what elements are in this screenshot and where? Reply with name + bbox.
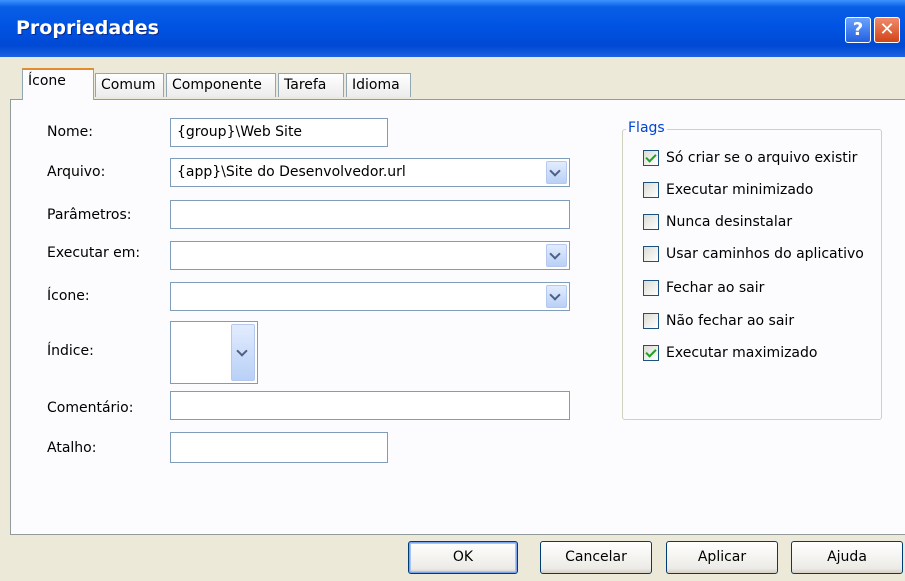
nome-label: Nome: [47, 124, 94, 140]
nome-input[interactable]: {group}\Web Site [170, 118, 388, 147]
checkbox-checked[interactable] [643, 345, 659, 361]
chevron-down-icon[interactable] [231, 324, 255, 381]
chevron-down-icon[interactable] [546, 161, 567, 184]
tab-componente[interactable]: Componente [166, 73, 276, 97]
flag-usar-caminhos[interactable]: Usar caminhos do aplicativo [643, 244, 875, 266]
executar-em-combo[interactable] [170, 241, 570, 270]
checkbox-checked[interactable] [643, 150, 659, 166]
flag-fechar-ao-sair[interactable]: Fechar ao sair [643, 278, 875, 300]
checkbox[interactable] [643, 246, 659, 262]
help-dialog-button[interactable]: Ajuda [791, 541, 903, 574]
flag-label: Usar caminhos do aplicativo [666, 246, 864, 262]
close-icon: ✕ [879, 19, 895, 40]
checkbox[interactable] [643, 313, 659, 329]
arquivo-combo[interactable]: {app}\Site do Desenvolvedor.url [170, 158, 570, 187]
tab-icone[interactable]: Ícone [22, 68, 94, 100]
close-button[interactable]: ✕ [874, 17, 900, 43]
flag-executar-maximizado[interactable]: Executar maximizado [643, 343, 875, 365]
help-button[interactable]: ? [845, 17, 871, 43]
comentario-input[interactable] [170, 391, 570, 420]
indice-label: Índice: [47, 343, 94, 359]
checkbox[interactable] [643, 182, 659, 198]
icone-label: Ícone: [47, 288, 90, 304]
flag-label: Não fechar ao sair [666, 313, 795, 329]
checkbox[interactable] [643, 214, 659, 230]
window-title: Propriedades [16, 17, 159, 39]
flag-nunca-desinstalar[interactable]: Nunca desinstalar [643, 212, 875, 234]
chevron-down-icon[interactable] [546, 285, 567, 308]
flag-nao-fechar-ao-sair[interactable]: Não fechar ao sair [643, 311, 875, 333]
parametros-label: Parâmetros: [47, 207, 132, 223]
nome-value: {group}\Web Site [177, 124, 303, 140]
flag-executar-minimizado[interactable]: Executar minimizado [643, 180, 875, 202]
cancel-button[interactable]: Cancelar [540, 541, 652, 574]
flag-label: Só criar se o arquivo existir [666, 150, 858, 166]
atalho-label: Atalho: [47, 440, 97, 456]
flags-group [622, 129, 882, 420]
title-bar[interactable]: Propriedades ? ✕ [0, 0, 905, 57]
flags-title: Flags [626, 120, 667, 136]
atalho-input[interactable] [170, 432, 388, 463]
icone-combo[interactable] [170, 282, 570, 311]
flag-label: Executar maximizado [666, 345, 818, 361]
chevron-down-icon[interactable] [546, 244, 567, 267]
flag-label: Nunca desinstalar [666, 214, 793, 230]
tab-comum[interactable]: Comum [95, 73, 164, 97]
help-icon: ? [852, 19, 864, 40]
flag-label: Executar minimizado [666, 182, 814, 198]
ok-button[interactable]: OK [408, 541, 518, 574]
tab-idioma[interactable]: Idioma [346, 73, 411, 97]
arquivo-label: Arquivo: [47, 164, 106, 180]
tab-tarefa[interactable]: Tarefa [278, 73, 344, 97]
arquivo-value: {app}\Site do Desenvolvedor.url [177, 164, 406, 180]
flag-label: Fechar ao sair [666, 280, 765, 296]
flag-so-criar[interactable]: Só criar se o arquivo existir [643, 148, 875, 170]
properties-dialog: Propriedades ? ✕ Ícone Comum Componente … [0, 0, 905, 581]
checkbox[interactable] [643, 280, 659, 296]
comentario-label: Comentário: [47, 400, 134, 416]
apply-button[interactable]: Aplicar [666, 541, 778, 574]
executar-em-label: Executar em: [47, 245, 141, 261]
indice-combo[interactable] [170, 321, 258, 384]
parametros-input[interactable] [170, 200, 570, 229]
